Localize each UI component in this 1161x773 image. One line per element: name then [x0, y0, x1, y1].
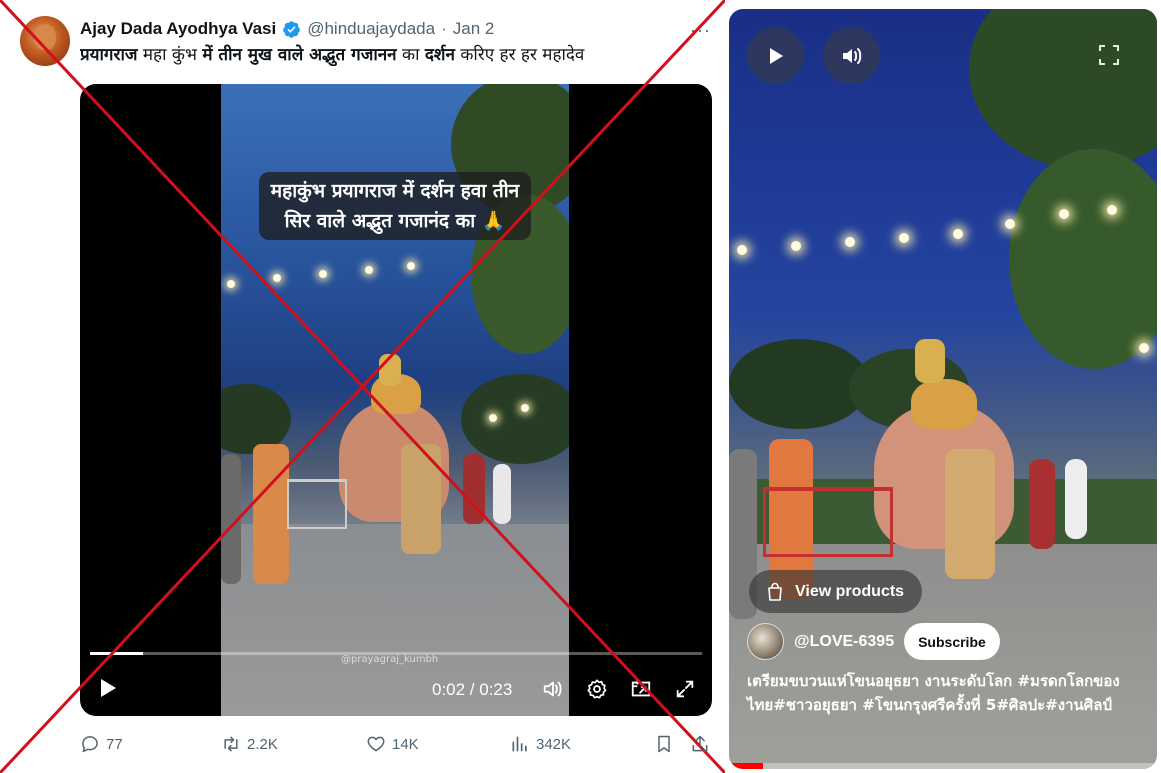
video-frame: महाकुंभ प्रयागराज में दर्शन हवा तीन सिर व… [221, 84, 569, 716]
author-name[interactable]: Ajay Dada Ayodhya Vasi [80, 19, 276, 39]
video-caption-overlay: महाकुंभ प्रयागराज में दर्शन हवा तीन सिर व… [221, 172, 569, 240]
tweet-text-segment: महा कुंभ [137, 45, 203, 65]
author-handle[interactable]: @hinduajaydada [307, 19, 435, 39]
fullscreen-icon[interactable] [1099, 45, 1119, 65]
views-button[interactable]: 342K [510, 734, 571, 754]
views-count: 342K [536, 735, 572, 753]
video-progress-fill [90, 652, 144, 655]
view-products-label: View products [795, 582, 905, 600]
settings-gear-icon[interactable] [586, 678, 608, 700]
video-progress-bar[interactable] [90, 652, 702, 655]
tweet-text-segment: प्रयागराज [80, 45, 138, 65]
tweet-action-bar: 77 2.2K 14K 342K [80, 734, 720, 756]
caption-line-1: महाकुंभ प्रयागराज में दर्शन हवा तीन [270, 180, 520, 202]
author-avatar[interactable] [20, 16, 70, 66]
volume-icon[interactable] [542, 678, 564, 700]
header-separator: · [441, 19, 447, 38]
tweet-header: Ajay Dada Ayodhya Vasi @hinduajaydada · … [80, 18, 494, 40]
subscribe-button[interactable]: Subscribe [904, 623, 1000, 660]
like-button[interactable]: 14K [366, 734, 419, 754]
channel-name[interactable]: @LOVE-6395 [794, 633, 894, 651]
short-play-button[interactable] [747, 27, 804, 84]
like-count: 14K [392, 735, 419, 753]
tweet-text-segment: करिए हर हर महादेव [454, 45, 585, 65]
reply-count: 77 [106, 735, 123, 753]
volume-icon [842, 47, 861, 64]
caption-line-2: सिर वाले अद्भुत गजानंद का 🙏 [284, 210, 506, 232]
pip-icon[interactable] [630, 678, 652, 700]
short-progress-bar[interactable] [729, 763, 1157, 769]
short-video-player[interactable]: View products @LOVE-6395 Subscribe เตรีย… [729, 9, 1157, 769]
play-icon[interactable] [98, 678, 118, 698]
channel-row: @LOVE-6395 Subscribe [747, 623, 1000, 660]
like-heart-icon [367, 736, 385, 752]
tweet-date[interactable]: Jan 2 [453, 19, 495, 39]
video-watermark: @prayagraj_kumbh [341, 654, 439, 665]
retweet-count: 2.2K [247, 735, 278, 753]
retweet-icon [224, 736, 238, 752]
short-description[interactable]: เตรียมขบวนแห่โขนอยุธยา งานระดับโลก #มรดก… [747, 669, 1147, 717]
channel-avatar[interactable] [747, 623, 784, 660]
share-icon [692, 735, 708, 752]
short-volume-button[interactable] [823, 27, 880, 84]
views-chart-icon [512, 736, 527, 752]
reply-icon [82, 736, 98, 753]
tweet-text: प्रयागराज महा कुंभ में तीन मुख वाले अद्भ… [80, 44, 690, 66]
play-icon [769, 47, 783, 64]
short-progress-fill [729, 763, 764, 769]
verified-badge-icon [283, 20, 301, 38]
tweet-card: Ajay Dada Ayodhya Vasi @hinduajaydada · … [0, 0, 725, 773]
reply-button[interactable]: 77 [80, 734, 123, 754]
more-options-icon[interactable]: ··· [690, 20, 711, 41]
view-products-button[interactable]: View products [749, 570, 923, 613]
shopping-bag-icon [768, 582, 782, 601]
video-time: 0:02 / 0:23 [432, 680, 513, 699]
bookmark-button[interactable] [654, 734, 674, 754]
retweet-button[interactable]: 2.2K [221, 734, 278, 754]
share-button[interactable] [690, 734, 710, 754]
tweet-text-segment: में तीन मुख वाले अद्भुत गजानन [202, 45, 397, 65]
tweet-text-segment: का [396, 45, 425, 65]
expand-icon[interactable] [674, 678, 696, 700]
bookmark-icon [658, 735, 670, 753]
tweet-text-segment: दर्शन [424, 45, 455, 65]
video-player[interactable]: महाकुंभ प्रयागराज में दर्शन हवा तीन सिर व… [80, 84, 712, 716]
